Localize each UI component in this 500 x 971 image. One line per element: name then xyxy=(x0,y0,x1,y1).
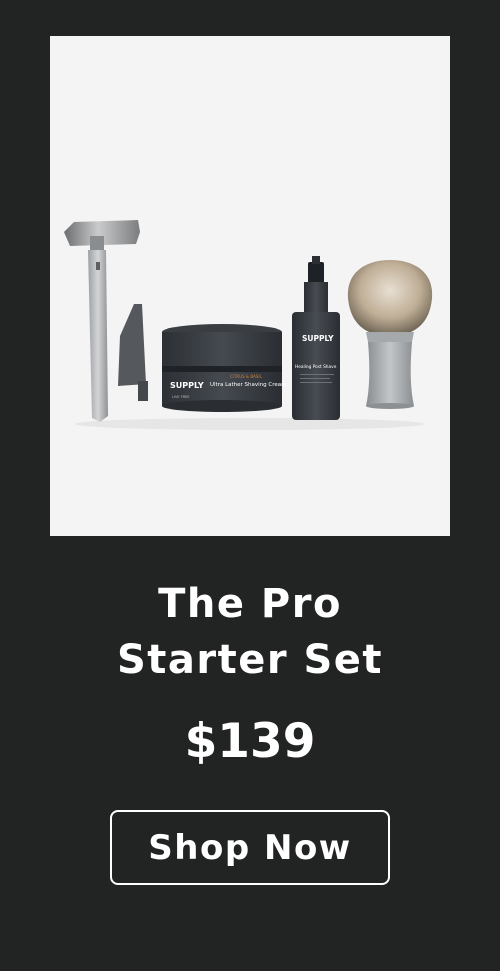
product-image[interactable]: SUPPLY LIVE FREE CITRUS & BASIL Ultra La… xyxy=(50,36,450,536)
product-title-line-2: Starter Set xyxy=(116,637,384,683)
jar-sub-text: LIVE FREE xyxy=(172,395,190,399)
shaving-brush xyxy=(347,260,433,409)
floor-shadow xyxy=(75,418,425,430)
shaving-cream-jar: SUPPLY LIVE FREE CITRUS & BASIL Ultra La… xyxy=(162,324,287,412)
product-title-line-1: The Pro xyxy=(158,581,342,627)
jar-brand-text: SUPPLY xyxy=(170,381,204,390)
shop-now-button[interactable]: Shop Now xyxy=(110,810,390,885)
blade-tool xyxy=(118,304,148,401)
jar-name-text: Ultra Lather Shaving Cream xyxy=(210,382,287,388)
spray-name-text: Healing Post Shave xyxy=(295,364,337,370)
product-title: The Pro Starter Set xyxy=(0,576,500,688)
product-price: $139 xyxy=(184,714,316,769)
post-shave-bottle: SUPPLY Healing Post Shave xyxy=(292,256,340,420)
product-photo: SUPPLY LIVE FREE CITRUS & BASIL Ultra La… xyxy=(64,220,433,430)
spray-brand-text: SUPPLY xyxy=(302,334,334,343)
jar-accent-text: CITRUS & BASIL xyxy=(230,374,263,379)
